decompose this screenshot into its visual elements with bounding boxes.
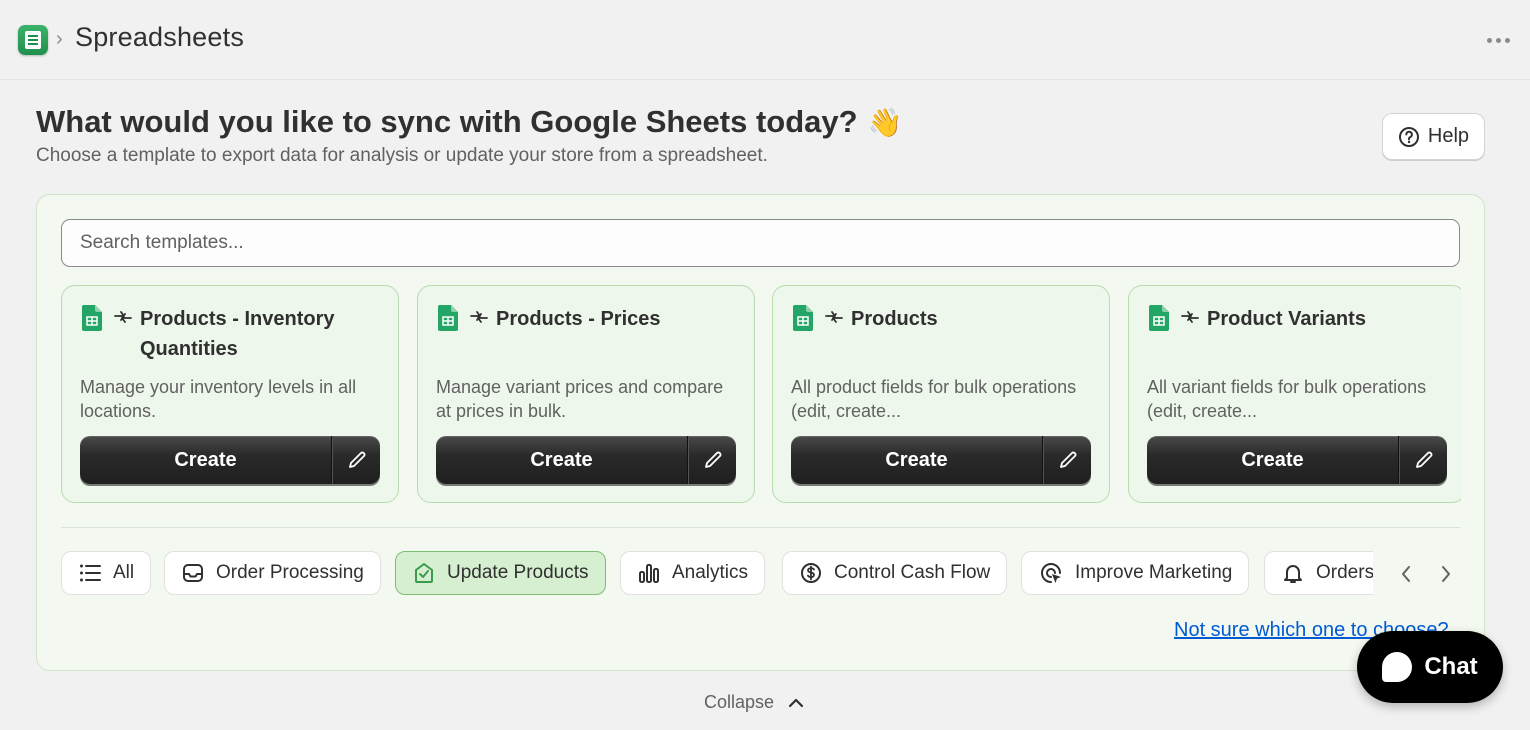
template-card: Products All product fields for bulk ope…	[772, 285, 1110, 503]
scroll-right-button[interactable]	[1435, 563, 1457, 585]
pencil-icon	[704, 451, 721, 468]
sync-arrows-icon	[114, 311, 132, 323]
category-chip-order-processing[interactable]: Order Processing	[164, 551, 381, 595]
breadcrumb-chevron-icon: ›	[56, 28, 63, 50]
google-sheets-icon	[82, 305, 102, 331]
create-button[interactable]: Create	[1147, 436, 1399, 484]
page-heading: What would you like to sync with Google …	[36, 104, 902, 140]
create-button-group: Create	[1147, 436, 1447, 484]
chip-label: Orders	[1316, 562, 1373, 583]
template-description: Manage variant prices and compare at pri…	[436, 377, 724, 421]
top-bar: › Spreadsheets	[0, 0, 1530, 80]
pencil-icon	[1059, 451, 1076, 468]
bar-chart-icon	[639, 564, 659, 583]
template-cards-carousel: Products - Inventory Quantities Manage y…	[61, 285, 1461, 505]
create-button[interactable]: Create	[80, 436, 332, 484]
template-title: Products	[851, 308, 938, 330]
list-icon	[80, 564, 101, 582]
template-title: Products - Prices	[496, 308, 661, 330]
chat-button[interactable]: Chat	[1357, 631, 1503, 703]
search-templates-input[interactable]	[61, 219, 1460, 267]
question-circle-icon	[1398, 126, 1419, 147]
chevron-right-icon	[1442, 566, 1450, 582]
template-title: Products - Inventory Quantities	[140, 308, 335, 360]
pencil-icon	[1415, 451, 1432, 468]
create-button-group: Create	[80, 436, 380, 484]
spreadsheet-app-icon[interactable]	[18, 25, 48, 55]
template-description: All product fields for bulk operations (…	[791, 377, 1077, 421]
chip-label: Improve Marketing	[1075, 562, 1233, 583]
sync-arrows-icon	[470, 311, 488, 323]
section-divider	[61, 527, 1460, 528]
chip-label: Update Products	[447, 562, 589, 583]
inbox-icon	[183, 564, 203, 582]
chip-label: Control Cash Flow	[834, 562, 991, 583]
create-button-group: Create	[436, 436, 736, 484]
google-sheets-icon	[793, 305, 813, 331]
category-chip-analytics[interactable]: Analytics	[620, 551, 766, 595]
pencil-icon	[348, 451, 365, 468]
create-button-group: Create	[791, 436, 1091, 484]
templates-panel: Products - Inventory Quantities Manage y…	[36, 194, 1485, 671]
template-card: Product Variants All variant fields for …	[1128, 285, 1461, 503]
more-actions-icon[interactable]	[1484, 30, 1512, 50]
category-chip-orders[interactable]: Orders	[1264, 551, 1373, 595]
collapse-label: Collapse	[704, 692, 775, 712]
tag-check-icon	[415, 563, 433, 583]
category-chip-control-cash-flow[interactable]: Control Cash Flow	[782, 551, 1008, 595]
chip-label: Order Processing	[216, 562, 364, 583]
template-description: All variant fields for bulk operations (…	[1147, 377, 1427, 421]
help-label: Help	[1427, 125, 1470, 147]
bell-icon	[1284, 565, 1302, 583]
edit-template-button[interactable]	[332, 436, 380, 484]
sync-arrows-icon	[825, 311, 843, 323]
template-card: Products - Inventory Quantities Manage y…	[61, 285, 399, 503]
category-chip-update-products[interactable]: Update Products	[395, 551, 606, 595]
page-subheading: Choose a template to export data for ana…	[36, 145, 768, 166]
chat-bubble-icon	[1382, 652, 1413, 682]
category-chip-all[interactable]: All	[61, 551, 152, 595]
template-title: Product Variants	[1207, 308, 1366, 330]
sync-arrows-icon	[1181, 311, 1199, 323]
template-description: Manage your inventory levels in all loca…	[80, 377, 357, 421]
create-button[interactable]: Create	[791, 436, 1043, 484]
chevron-left-icon	[1402, 566, 1410, 582]
google-sheets-icon	[438, 305, 458, 331]
dollar-circle-icon	[801, 563, 821, 583]
chevron-up-icon	[788, 698, 804, 707]
edit-template-button[interactable]	[1399, 436, 1447, 484]
template-card: Products - Prices Manage variant prices …	[417, 285, 755, 503]
create-button[interactable]: Create	[436, 436, 688, 484]
chat-label: Chat	[1424, 653, 1478, 680]
waving-hand-icon: 👋	[867, 106, 903, 138]
category-filter-bar: All Order Processing Update Products Ana…	[61, 551, 1373, 597]
category-chip-improve-marketing[interactable]: Improve Marketing	[1021, 551, 1250, 595]
target-cursor-icon	[1041, 563, 1061, 583]
chip-label: Analytics	[672, 562, 749, 583]
page-title: Spreadsheets	[75, 22, 245, 52]
chip-label: All	[113, 562, 135, 583]
help-button[interactable]: Help	[1382, 113, 1485, 160]
heading-text: What would you like to sync with Google …	[36, 104, 858, 139]
edit-template-button[interactable]	[1043, 436, 1091, 484]
edit-template-button[interactable]	[688, 436, 736, 484]
google-sheets-icon	[1149, 305, 1169, 331]
collapse-button[interactable]: Collapse	[704, 692, 804, 713]
scroll-left-button[interactable]	[1395, 563, 1417, 585]
